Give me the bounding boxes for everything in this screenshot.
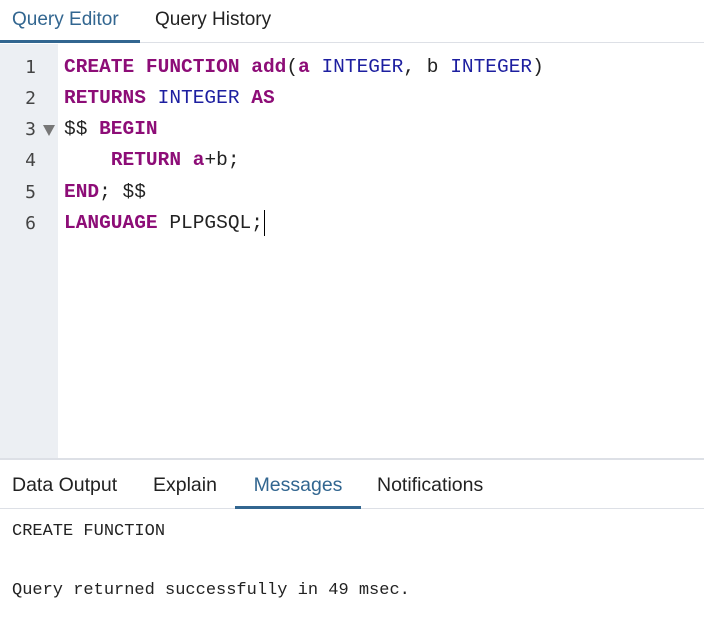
sql-text: ( bbox=[286, 56, 299, 78]
line-number: 6 bbox=[25, 213, 36, 234]
tab-messages[interactable]: Messages bbox=[235, 460, 361, 509]
sql-editor[interactable]: 1 2 3 4 5 6 CREATE FUNCTION add(a INTEGE… bbox=[0, 44, 704, 458]
sql-keyword: END bbox=[64, 181, 100, 203]
code-line: RETURNS INTEGER AS bbox=[64, 83, 275, 114]
sql-text: ) bbox=[532, 56, 544, 78]
tab-explain[interactable]: Explain bbox=[153, 460, 217, 509]
line-number: 1 bbox=[25, 57, 36, 78]
code-line: $$ BEGIN bbox=[64, 114, 158, 145]
line-number: 2 bbox=[25, 88, 36, 109]
code-line: END; $$ bbox=[64, 177, 146, 208]
sql-keyword: add bbox=[251, 56, 287, 78]
sql-type: INTEGER bbox=[321, 56, 404, 78]
sql-keyword: RETURNS bbox=[64, 87, 146, 109]
sql-text: , b bbox=[403, 56, 451, 78]
fold-toggle-icon[interactable] bbox=[43, 125, 55, 136]
sql-keyword: RETURN bbox=[110, 149, 182, 171]
line-number: 3 bbox=[25, 119, 36, 140]
sql-text: PLPGSQL; bbox=[157, 212, 263, 234]
tab-query-editor[interactable]: Query Editor bbox=[0, 0, 140, 43]
sql-text: $$ bbox=[64, 118, 100, 140]
sql-keyword: LANGUAGE bbox=[64, 212, 158, 234]
query-tool: Query Editor Query History 1 2 3 4 5 6 C… bbox=[0, 0, 704, 629]
code-line: CREATE FUNCTION add(a INTEGER, b INTEGER… bbox=[64, 52, 544, 83]
text-cursor bbox=[263, 209, 265, 236]
tab-notifications[interactable]: Notifications bbox=[377, 460, 483, 509]
sql-type: INTEGER bbox=[157, 87, 240, 109]
message-line: CREATE FUNCTION bbox=[12, 522, 166, 541]
code-line: LANGUAGE PLPGSQL; bbox=[64, 208, 265, 239]
line-number: 5 bbox=[25, 182, 36, 203]
line-number-gutter: 1 2 3 4 5 6 bbox=[0, 44, 58, 458]
output-tabs: Data Output Explain Messages Notificatio… bbox=[0, 460, 704, 509]
tab-data-output[interactable]: Data Output bbox=[12, 460, 117, 509]
sql-keyword: a bbox=[192, 149, 205, 171]
message-line: Query returned successfully in 49 msec. bbox=[12, 581, 410, 600]
sql-keyword: AS bbox=[251, 87, 275, 109]
sql-keyword: BEGIN bbox=[99, 118, 158, 140]
sql-text: +b; bbox=[204, 149, 240, 171]
sql-keyword: FUNCTION bbox=[145, 56, 240, 78]
sql-text: ; $$ bbox=[99, 181, 146, 203]
sql-keyword: CREATE bbox=[64, 56, 135, 78]
sql-keyword: a bbox=[298, 56, 310, 78]
sql-type: INTEGER bbox=[450, 56, 533, 78]
output-panel: Data Output Explain Messages Notificatio… bbox=[0, 458, 704, 629]
query-tabs: Query Editor Query History bbox=[0, 0, 704, 43]
code-line: RETURN a+b; bbox=[64, 145, 240, 176]
tab-query-history[interactable]: Query History bbox=[155, 0, 271, 43]
line-number: 4 bbox=[25, 150, 36, 171]
